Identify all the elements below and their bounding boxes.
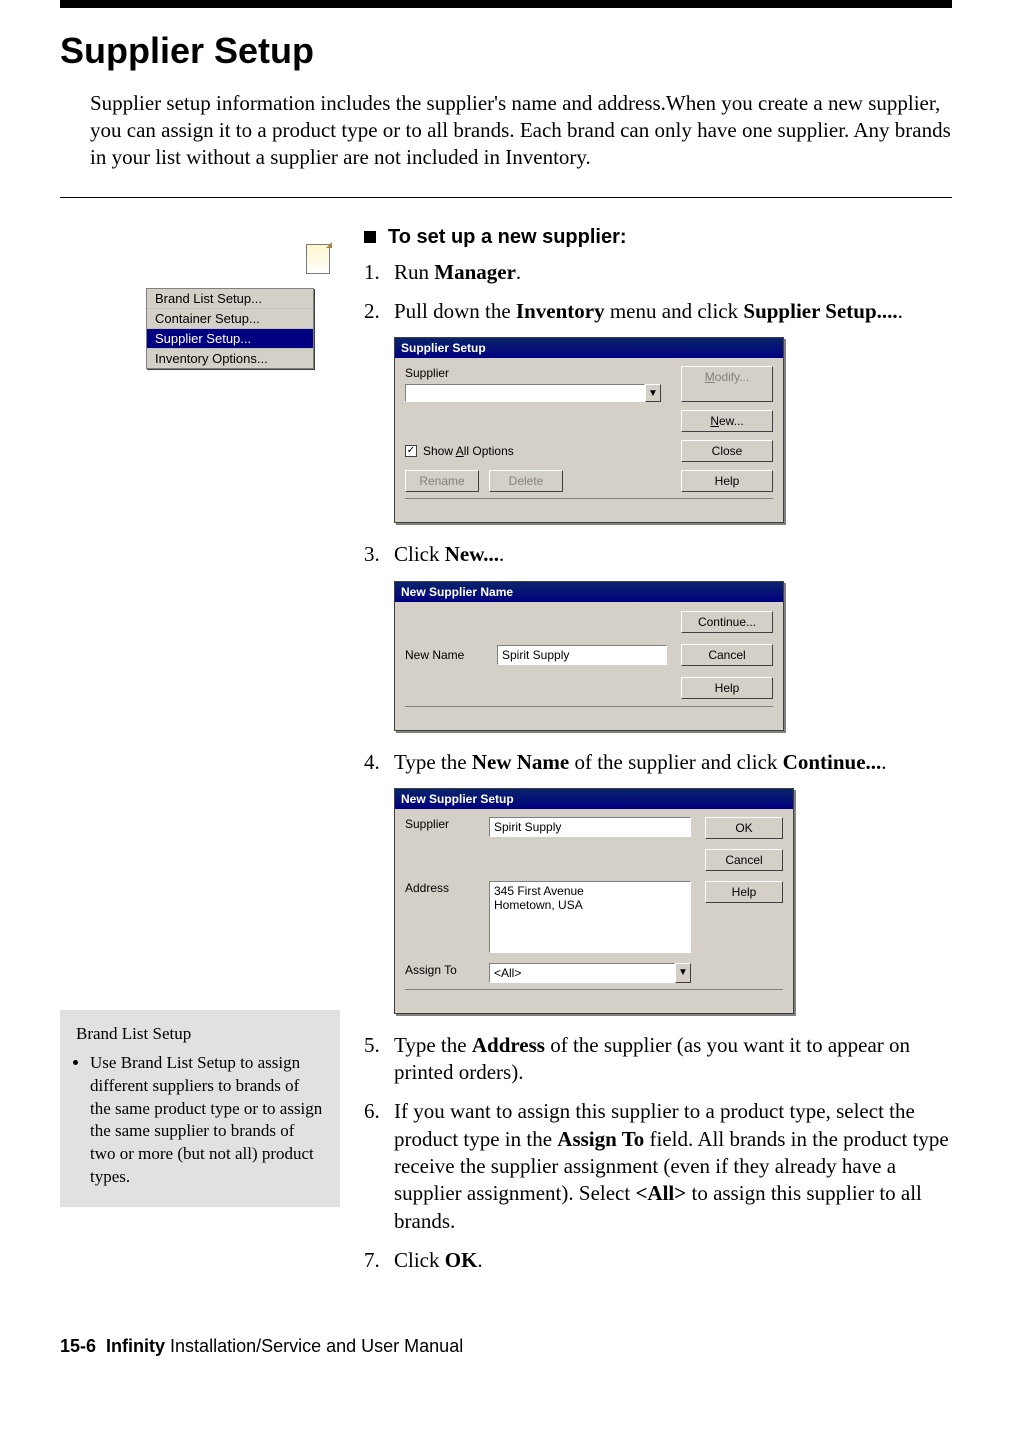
menu-item-supplier-setup[interactable]: Supplier Setup... <box>147 329 313 349</box>
supplier-setup-dialog: Supplier Setup Supplier ▼ Modify... New <box>394 337 784 523</box>
cancel-button[interactable]: Cancel <box>681 644 773 666</box>
status-bar <box>405 989 783 1007</box>
rename-button[interactable]: Rename <box>405 470 479 492</box>
sidebar-note-title: Brand List Setup <box>76 1024 324 1044</box>
menu-item-inventory-options[interactable]: Inventory Options... <box>147 349 313 368</box>
sidebar-note: Brand List Setup Use Brand List Setup to… <box>60 1010 340 1208</box>
delete-button[interactable]: Delete <box>489 470 563 492</box>
section-divider <box>60 197 952 198</box>
show-all-checkbox[interactable]: ✓ Show All Options <box>405 440 661 462</box>
status-bar <box>405 498 773 516</box>
new-name-input[interactable]: Spirit Supply <box>497 645 667 665</box>
ok-button[interactable]: OK <box>705 817 783 839</box>
new-name-label: New Name <box>405 648 483 662</box>
supplier-input[interactable]: Spirit Supply <box>489 817 691 837</box>
new-supplier-setup-dialog: New Supplier Setup Supplier Spirit Suppl… <box>394 788 794 1014</box>
new-supplier-name-dialog: New Supplier Name Continue... New Name S… <box>394 581 784 731</box>
assign-to-combo[interactable]: <All> <box>489 963 675 983</box>
chevron-down-icon[interactable]: ▼ <box>675 963 691 983</box>
status-bar <box>405 706 773 724</box>
page-footer: 15-6 Infinity Installation/Service and U… <box>60 1336 952 1357</box>
dialog-title: New Supplier Name <box>401 585 513 599</box>
dialog-title: Supplier Setup <box>401 341 486 355</box>
assign-to-label: Assign To <box>405 963 475 977</box>
menu-item-brand-list[interactable]: Brand List Setup... <box>147 289 313 309</box>
supplier-combo[interactable] <box>405 384 645 402</box>
help-button[interactable]: Help <box>681 677 773 699</box>
supplier-label: Supplier <box>405 817 475 831</box>
address-label: Address <box>405 881 475 895</box>
step-5: 5. Type the Address of the supplier (as … <box>364 1032 952 1087</box>
step-7: 7. Click OK. <box>364 1247 952 1274</box>
step-3: 3. Click New.... <box>364 541 952 568</box>
sidebar-note-body: Use Brand List Setup to assign different… <box>90 1052 324 1190</box>
chevron-down-icon[interactable]: ▼ <box>645 384 661 402</box>
intro-paragraph: Supplier setup information includes the … <box>90 90 952 171</box>
step-2: 2. Pull down the Inventory menu and clic… <box>364 298 952 325</box>
sticky-note-icon <box>306 244 330 274</box>
step-6: 6. If you want to assign this supplier t… <box>364 1098 952 1234</box>
dialog-title: New Supplier Setup <box>401 792 514 806</box>
top-black-bar <box>60 0 952 8</box>
task-heading: To set up a new supplier: <box>388 226 627 249</box>
help-button[interactable]: Help <box>705 881 783 903</box>
supplier-label: Supplier <box>405 366 661 380</box>
page-title: Supplier Setup <box>60 30 952 72</box>
close-button[interactable]: Close <box>681 440 773 462</box>
cancel-button[interactable]: Cancel <box>705 849 783 871</box>
square-bullet-icon <box>364 231 376 243</box>
menu-item-container-setup[interactable]: Container Setup... <box>147 309 313 329</box>
address-input[interactable] <box>489 881 691 953</box>
step-4: 4. Type the New Name of the supplier and… <box>364 749 952 776</box>
help-button[interactable]: Help <box>681 470 773 492</box>
modify-button[interactable]: Modify... <box>681 366 773 402</box>
inventory-menu: Brand List Setup... Container Setup... S… <box>146 288 314 369</box>
step-1: 1. Run Manager. <box>364 259 952 286</box>
new-button[interactable]: New... <box>681 410 773 432</box>
continue-button[interactable]: Continue... <box>681 611 773 633</box>
